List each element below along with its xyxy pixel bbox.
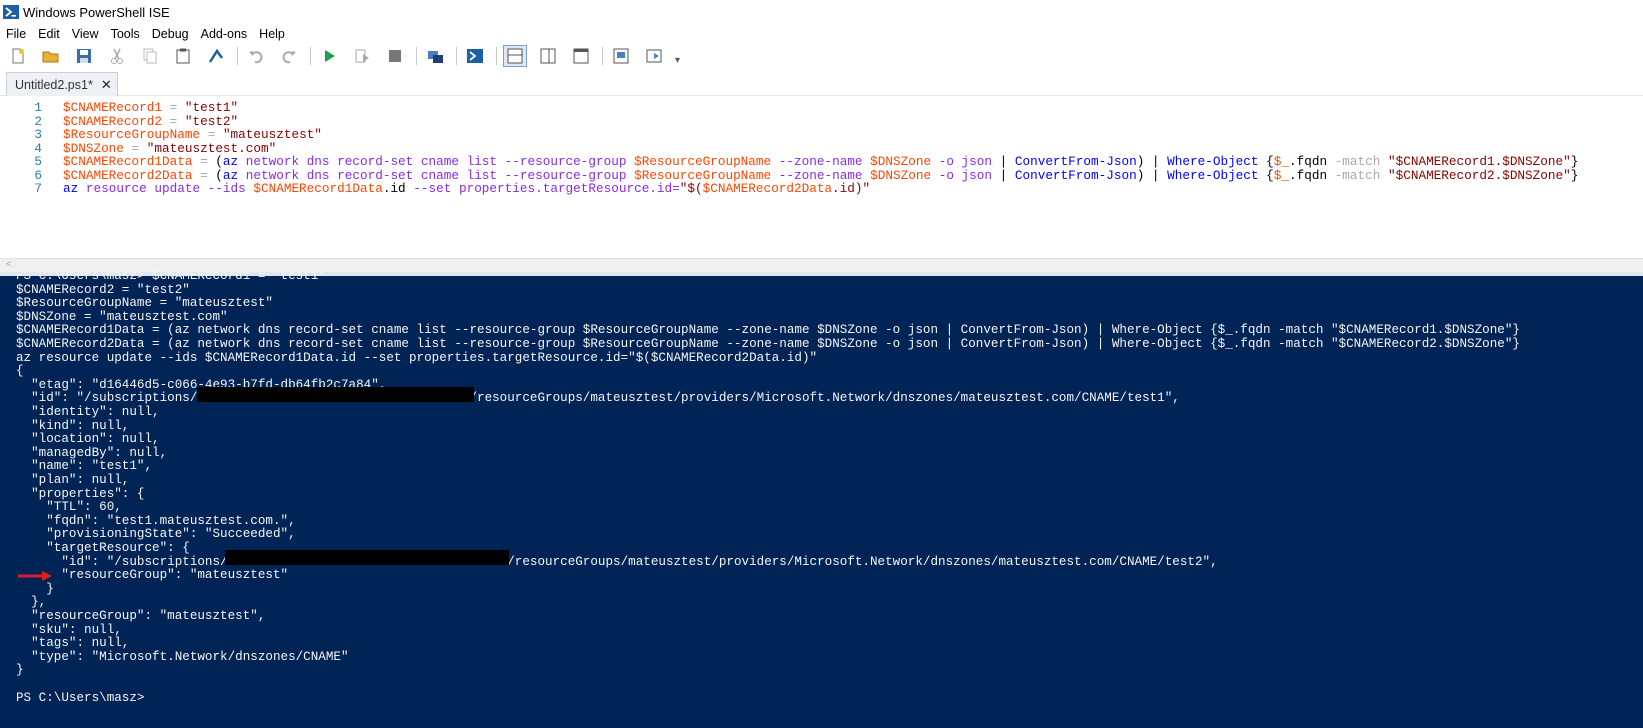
console-pane[interactable]: PS C:\Users\masz>} "type": "Microsoft.Ne… [0, 269, 1643, 728]
console-line: "managedBy": null, [16, 445, 168, 460]
toolbar-separator [237, 47, 238, 65]
scroll-left-icon[interactable]: < [6, 259, 12, 270]
menu-help[interactable]: Help [253, 27, 291, 41]
layout-top-icon[interactable] [503, 45, 527, 67]
console-line: "location": null, [16, 432, 160, 447]
menu-edit[interactable]: Edit [32, 27, 66, 41]
line-number: 3 [34, 127, 42, 142]
console-line: "TTL": 60, [16, 500, 122, 515]
layout-max-icon[interactable] [569, 45, 593, 67]
redacted-subscription-id [197, 387, 474, 402]
line-number: 2 [34, 113, 42, 129]
line-number: 1 [34, 100, 42, 115]
toolbar-separator [602, 47, 603, 65]
console-line: $CNAMERecord2Data = (az network dns reco… [16, 337, 1520, 351]
save-icon[interactable] [72, 45, 96, 67]
console-line: "id": "/subscriptions/ /resourceGroups/m… [16, 391, 1180, 406]
toolbar-separator [310, 47, 311, 65]
console-line: "provisioningState": "Succeeded", [16, 527, 296, 542]
console-line: $CNAMERecord1Data = (az network dns reco… [16, 323, 1520, 338]
toolbar-separator [496, 47, 497, 65]
stop-icon[interactable] [383, 45, 407, 67]
console-line: "tags": null, [16, 636, 130, 651]
remote-icon[interactable] [423, 45, 447, 67]
console-line: { [16, 364, 24, 379]
toolbar-separator [416, 47, 417, 65]
powershell-ise-icon [3, 5, 19, 19]
show-commands-icon[interactable] [642, 45, 666, 67]
undo-icon[interactable] [244, 45, 268, 67]
cut-icon[interactable] [105, 45, 129, 67]
console-line: } [16, 663, 24, 678]
line-number: 6 [34, 167, 42, 183]
new-icon[interactable] [6, 45, 30, 67]
console-line: "kind": null, [16, 418, 130, 433]
console-line: "plan": null, [16, 473, 130, 487]
code-text: az resource update --ids $CNAMERecord1Da… [63, 181, 871, 196]
console-line: "type": "Microsoft.Network/dnszones/CNAM… [16, 649, 349, 664]
code-text: $ResourceGroupName = "mateusztest" [63, 127, 322, 142]
menu-view[interactable]: View [66, 27, 105, 41]
copy-icon[interactable] [138, 45, 162, 67]
console-line: "id": "/subscriptions/ /resourceGroups/m… [16, 554, 1218, 569]
code-text: $CNAMERecord1Data = (az network dns reco… [63, 154, 1579, 169]
console-line: "identity": null, [16, 405, 160, 419]
overflow-icon[interactable]: ▾ [675, 55, 680, 66]
redacted-subscription-id [225, 550, 509, 565]
menu-debug[interactable]: Debug [146, 27, 195, 41]
console-line: "resourceGroup": "mateusztest", [16, 609, 266, 623]
powershell-icon[interactable] [463, 45, 487, 67]
red-arrow-icon [18, 571, 52, 581]
menu-file[interactable]: File [0, 27, 32, 41]
console-line: az resource update --ids $CNAMERecord1Da… [16, 350, 818, 365]
code-text: $CNAMERecord1 = "test1" [63, 100, 239, 115]
console-line: "resourceGroup": "mateusztest" [16, 568, 289, 583]
console-line: "fqdn": "test1.mateusztest.com.", [16, 513, 296, 528]
run-icon[interactable] [317, 45, 341, 67]
line-number: 7 [34, 181, 42, 196]
run-selection-icon[interactable] [350, 45, 374, 67]
menu-tools[interactable]: Tools [105, 27, 146, 41]
open-icon[interactable] [39, 45, 63, 67]
tab-label: Untitled2.ps1* [15, 77, 93, 92]
line-number: 4 [34, 140, 42, 156]
code-text: $CNAMERecord2 = "test2" [63, 113, 239, 129]
layout-right-icon[interactable] [536, 45, 560, 67]
console-line: $DNSZone = "mateusztest.com" [16, 309, 228, 324]
title-bar: Windows PowerShell ISE [0, 0, 1643, 24]
menu-bar: File Edit View Tools Debug Add-ons Help [0, 24, 1643, 44]
show-script-icon[interactable] [609, 45, 633, 67]
menu-add-ons[interactable]: Add-ons [195, 27, 254, 41]
console-line: PS C:\Users\masz> [16, 690, 145, 705]
console-line: } [16, 581, 54, 596]
code-text: $CNAMERecord2Data = (az network dns reco… [63, 167, 1579, 183]
console-line: "name": "test1", [16, 459, 153, 474]
console-line: "properties": { [16, 486, 145, 501]
console-line: $ResourceGroupName = "mateusztest" [16, 296, 273, 311]
toolbar: ▾ [0, 44, 1643, 68]
console-line: PS C:\Users\masz> $CNAMERecord1 = "test1… [16, 269, 326, 283]
toolbar-separator [456, 47, 457, 65]
redo-icon[interactable] [277, 45, 301, 67]
paste-icon[interactable] [171, 45, 195, 67]
window-title: Windows PowerShell ISE [23, 4, 170, 20]
console-line: }, [16, 595, 47, 610]
code-text: $DNSZone = "mateusztest.com" [63, 140, 277, 156]
line-number: 5 [34, 154, 42, 169]
console-line: "sku": null, [16, 622, 122, 637]
close-icon[interactable]: ✕ [101, 77, 112, 93]
console-icon[interactable] [204, 45, 228, 67]
tab-strip: Untitled2.ps1* ✕ [0, 70, 1643, 96]
console-line: "targetResource": { [16, 541, 190, 555]
tab-untitled2[interactable]: Untitled2.ps1* ✕ [6, 72, 118, 96]
script-editor[interactable]: 1 $CNAMERecord1 = "test1" 2 $CNAMERecord2 =… [0, 96, 1643, 258]
console-line: $CNAMERecord2 = "test2" [16, 282, 190, 297]
